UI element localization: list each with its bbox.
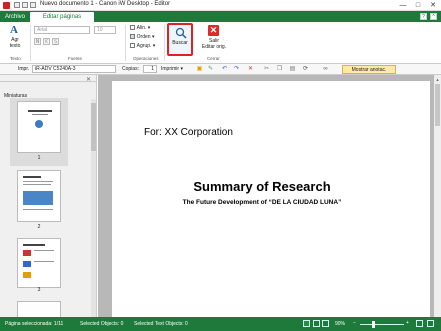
group-label-operations: Operaciones (133, 56, 159, 61)
thumbnail-number: 2 (37, 224, 41, 230)
tab-edit-original-pages[interactable]: Editar páginas originales (30, 12, 94, 30)
group-label-text: Texto (10, 56, 21, 61)
font-size-select[interactable]: 10 (94, 26, 116, 34)
quick-access-icon[interactable] (22, 2, 28, 8)
selected-page-status: Página seleccionada: 1/11 (5, 321, 64, 327)
ribbon: A Agr texto Texto Arial 10 N K S Fuente … (0, 22, 441, 64)
printer-select[interactable]: iR-ADV C5240A-3 (32, 65, 116, 73)
add-text-button[interactable]: A Agr texto (4, 24, 26, 54)
scroll-up-icon[interactable]: ▲ (435, 77, 440, 82)
group-separator (30, 25, 31, 61)
scrollbar-thumb[interactable] (91, 103, 96, 151)
fit-width-icon[interactable] (427, 320, 434, 327)
save-icon[interactable] (14, 2, 20, 8)
copies-label: Copias: (122, 66, 139, 72)
attach-icon[interactable]: ✎ (207, 66, 214, 73)
text-icon: A (10, 24, 18, 36)
add-text-label: Agr texto (9, 37, 21, 49)
group-label: Agrup. ▾ (136, 43, 156, 50)
bold-button[interactable]: N (34, 38, 41, 45)
zoom-slider-handle[interactable] (372, 321, 375, 328)
group-separator (125, 25, 126, 61)
copies-input[interactable]: 1 (143, 65, 157, 73)
status-bar: Página seleccionada: 1/11 Selected Objec… (0, 317, 441, 331)
zoom-in-icon[interactable]: + (406, 320, 409, 326)
minimize-button[interactable]: — (396, 0, 410, 11)
single-page-view-icon[interactable] (303, 320, 310, 327)
thumbnail-page-2[interactable] (17, 170, 61, 222)
document-subtitle: The Future Development of “DE LA CIUDAD … (182, 199, 342, 206)
app-icon (3, 2, 10, 9)
maximize-button[interactable]: □ (411, 0, 425, 11)
selected-text-objects-status: Selected Text Objects: 0 (134, 321, 188, 327)
zoom-out-icon[interactable]: − (353, 320, 356, 326)
document-view: For: XX Corporation Summary of Research … (98, 75, 441, 317)
copy-icon[interactable]: ❐ (276, 66, 283, 73)
window-title: Nuevo documento 1 - Canon iW Desktop - E… (40, 1, 171, 7)
align-icon (130, 25, 135, 30)
exit-edit-original-button[interactable]: ✕ Salir Editar orig. (200, 24, 228, 54)
fit-page-icon[interactable] (416, 320, 423, 327)
order-label: Orden ▾ (136, 34, 155, 41)
document-recipient-text: For: XX Corporation (144, 127, 233, 138)
document-title: Summary of Research (193, 179, 331, 194)
group-icon (130, 43, 135, 48)
undo-icon[interactable]: ↶ (221, 66, 228, 73)
link-icon[interactable]: ∞ (322, 66, 329, 73)
document-scrollbar[interactable]: ▲ (434, 75, 441, 317)
font-name-select[interactable]: Arial (34, 26, 90, 34)
search-label: Buscar (172, 40, 188, 46)
close-icon: ✕ (208, 25, 219, 36)
open-folder-icon[interactable]: ▣ (196, 66, 203, 73)
paste-icon[interactable]: ▤ (289, 66, 296, 73)
group-label-close: Cerrar (207, 56, 220, 61)
group-label-font: Fuente (68, 56, 83, 61)
exit-label: Salir Editar orig. (201, 38, 227, 50)
search-icon (175, 27, 187, 39)
ribbon-collapse-icon[interactable]: ^ (430, 13, 437, 20)
pane-close-icon[interactable]: ✕ (86, 76, 91, 83)
printer-label: Impr. (18, 66, 30, 72)
scrollbar-thumb[interactable] (435, 84, 440, 126)
thumbnail-number: 1 (37, 155, 41, 161)
document-page[interactable]: For: XX Corporation Summary of Research … (112, 81, 430, 317)
rotate-icon[interactable]: ⟳ (302, 66, 309, 73)
order-button[interactable]: Orden ▾ (130, 34, 154, 40)
thumbnail-pane: ✕ Miniaturas 1 2 3 (0, 75, 97, 317)
italic-button[interactable]: K (43, 38, 50, 45)
quick-access-dropdown-icon[interactable] (30, 2, 36, 8)
delete-icon[interactable]: ✕ (247, 66, 254, 73)
print-button[interactable]: Imprimir ▾ (161, 66, 183, 72)
tab-file[interactable]: Archivo (2, 12, 28, 22)
thumbnail-pane-header (0, 75, 97, 82)
show-annotations-button[interactable]: Mostrar anotac. (342, 65, 396, 74)
group-button[interactable]: Agrup. ▾ (130, 43, 155, 49)
two-page-view-icon[interactable] (322, 320, 329, 327)
thumbnail-scrollbar[interactable] (91, 99, 96, 317)
ribbon-tab-bar: Archivo Editar páginas originales ? ^ (0, 11, 441, 30)
zoom-slider-track[interactable] (360, 324, 404, 325)
zoom-level: 90% (335, 321, 346, 327)
help-icon[interactable]: ? (420, 13, 427, 20)
underline-button[interactable]: S (52, 38, 59, 45)
align-button[interactable]: Alin. ▾ (130, 25, 150, 31)
group-separator (164, 25, 165, 61)
selected-objects-status: Selected Objects: 0 (80, 321, 124, 327)
order-icon (130, 34, 135, 39)
align-label: Alin. ▾ (136, 25, 151, 32)
thumbnail-page-3[interactable] (17, 238, 61, 288)
thumbnail-number: 3 (37, 287, 41, 293)
search-button[interactable]: Buscar (167, 23, 193, 56)
title-bar: Nuevo documento 1 - Canon iW Desktop - E… (0, 0, 441, 11)
print-toolbar: Impr. iR-ADV C5240A-3 Copias: 1 Imprimir… (0, 64, 441, 75)
thumbnail-page-1[interactable] (17, 101, 61, 153)
thumbnail-page-4[interactable] (17, 301, 61, 317)
continuous-view-icon[interactable] (313, 320, 320, 327)
close-window-button[interactable]: ✕ (426, 0, 440, 11)
cut-icon[interactable]: ✂ (263, 66, 270, 73)
redo-icon[interactable]: ↷ (233, 66, 240, 73)
